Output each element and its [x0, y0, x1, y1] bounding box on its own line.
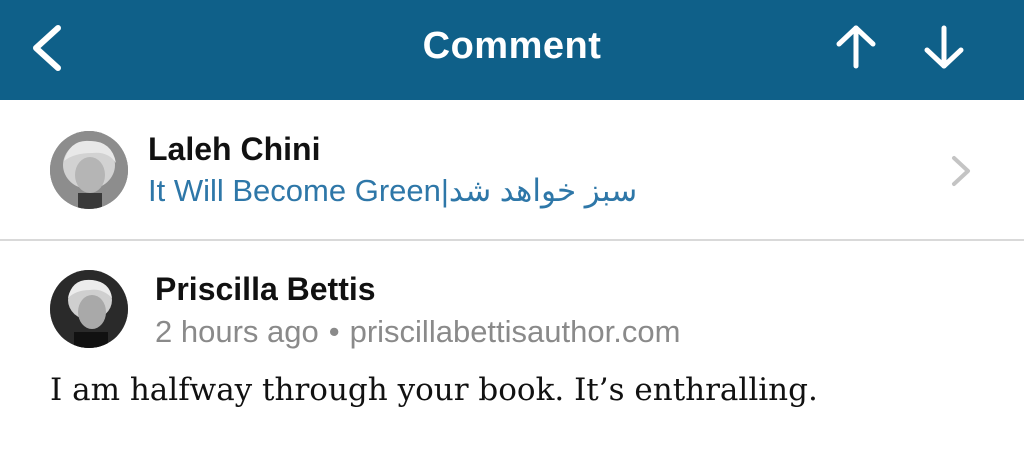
comment-author-name[interactable]: Priscilla Bettis — [155, 271, 376, 307]
comment-author-website[interactable]: priscillabettisauthor.com — [350, 314, 681, 349]
arrow-down-icon — [924, 25, 964, 69]
post-row[interactable] — [0, 100, 1024, 239]
divider — [0, 239, 1024, 241]
previous-comment-button[interactable] — [830, 20, 882, 76]
comment-body: I am halfway through your book. It’s ent… — [50, 372, 818, 408]
arrow-up-icon — [836, 25, 876, 69]
post-title[interactable]: It Will Become Green|سبز خواهد شد — [148, 172, 637, 210]
comment-author-avatar[interactable] — [50, 270, 128, 348]
chevron-right-icon — [952, 156, 970, 186]
post-author-name[interactable]: Laleh Chini — [148, 131, 320, 167]
next-comment-button[interactable] — [918, 20, 970, 76]
navigation-bar: Comment — [0, 0, 1024, 100]
comment-meta: 2 hours ago • priscillabettisauthor.com — [155, 313, 680, 351]
meta-separator: • — [328, 314, 340, 349]
comment-timestamp: 2 hours ago — [155, 314, 319, 349]
post-author-avatar[interactable] — [50, 131, 128, 209]
